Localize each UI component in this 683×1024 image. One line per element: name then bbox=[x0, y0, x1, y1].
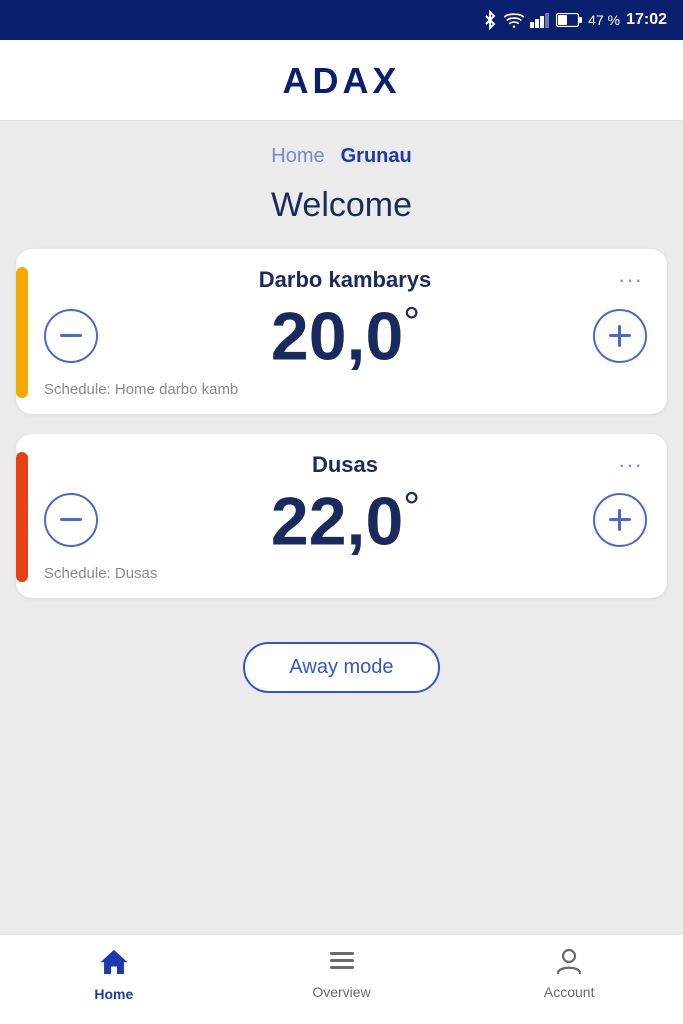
temperature-darbo: 20,0° bbox=[98, 301, 593, 371]
device-card-dusas: Dusas ··· 22,0° Schedule: Dusas bbox=[16, 434, 667, 599]
welcome-title: Welcome bbox=[16, 186, 667, 225]
battery-icon bbox=[556, 13, 582, 27]
nav-account-label: Account bbox=[544, 984, 595, 1000]
card-menu-darbo[interactable]: ··· bbox=[614, 267, 647, 293]
account-icon bbox=[555, 947, 583, 980]
nav-home-label: Home bbox=[94, 986, 133, 1002]
breadcrumb-current[interactable]: Grunau bbox=[341, 145, 412, 168]
card-menu-dusas[interactable]: ··· bbox=[614, 452, 647, 478]
decrease-temp-dusas[interactable] bbox=[44, 493, 98, 547]
wifi-icon bbox=[504, 12, 524, 28]
main-content: Home Grunau Welcome Darbo kambarys ··· 2… bbox=[0, 121, 683, 934]
device-card-darbo: Darbo kambarys ··· 20,0° Schedule: Home … bbox=[16, 249, 667, 414]
temperature-dusas: 22,0° bbox=[98, 486, 593, 556]
app-header: ADAX bbox=[0, 40, 683, 121]
schedule-dusas: Schedule: Dusas bbox=[44, 565, 647, 582]
status-icons: 47 % 17:02 bbox=[482, 10, 667, 30]
away-mode-button[interactable]: Away mode bbox=[243, 642, 439, 693]
room-name-dusas: Dusas bbox=[76, 452, 614, 478]
nav-overview-label: Overview bbox=[312, 984, 370, 1000]
nav-overview[interactable]: Overview bbox=[228, 947, 456, 1000]
bluetooth-icon bbox=[482, 10, 498, 30]
status-bar: 47 % 17:02 bbox=[0, 0, 683, 40]
signal-icon bbox=[530, 12, 550, 28]
card-header-darbo: Darbo kambarys ··· bbox=[44, 267, 647, 293]
nav-home[interactable]: Home bbox=[0, 947, 228, 1002]
decrease-temp-darbo[interactable] bbox=[44, 309, 98, 363]
card-body-dusas: Dusas ··· 22,0° Schedule: Dusas bbox=[44, 452, 647, 583]
card-accent-orange bbox=[16, 452, 28, 583]
time-display: 17:02 bbox=[626, 11, 667, 29]
card-accent-yellow bbox=[16, 267, 28, 398]
room-name-darbo: Darbo kambarys bbox=[76, 267, 614, 293]
overview-icon bbox=[328, 947, 356, 980]
card-controls-dusas: 22,0° bbox=[44, 486, 647, 556]
card-controls-darbo: 20,0° bbox=[44, 301, 647, 371]
nav-account[interactable]: Account bbox=[455, 947, 683, 1000]
increase-temp-dusas[interactable] bbox=[593, 493, 647, 547]
away-mode-container: Away mode bbox=[16, 618, 667, 725]
card-header-dusas: Dusas ··· bbox=[44, 452, 647, 478]
battery-percent: 47 % bbox=[588, 12, 620, 28]
schedule-darbo: Schedule: Home darbo kamb bbox=[44, 381, 647, 398]
breadcrumb-home[interactable]: Home bbox=[271, 145, 324, 168]
app-logo: ADAX bbox=[282, 60, 400, 102]
bottom-nav: Home Overview Account bbox=[0, 934, 683, 1024]
breadcrumb: Home Grunau bbox=[16, 121, 667, 176]
increase-temp-darbo[interactable] bbox=[593, 309, 647, 363]
card-body-darbo: Darbo kambarys ··· 20,0° Schedule: Home … bbox=[44, 267, 647, 398]
home-icon bbox=[99, 947, 129, 982]
